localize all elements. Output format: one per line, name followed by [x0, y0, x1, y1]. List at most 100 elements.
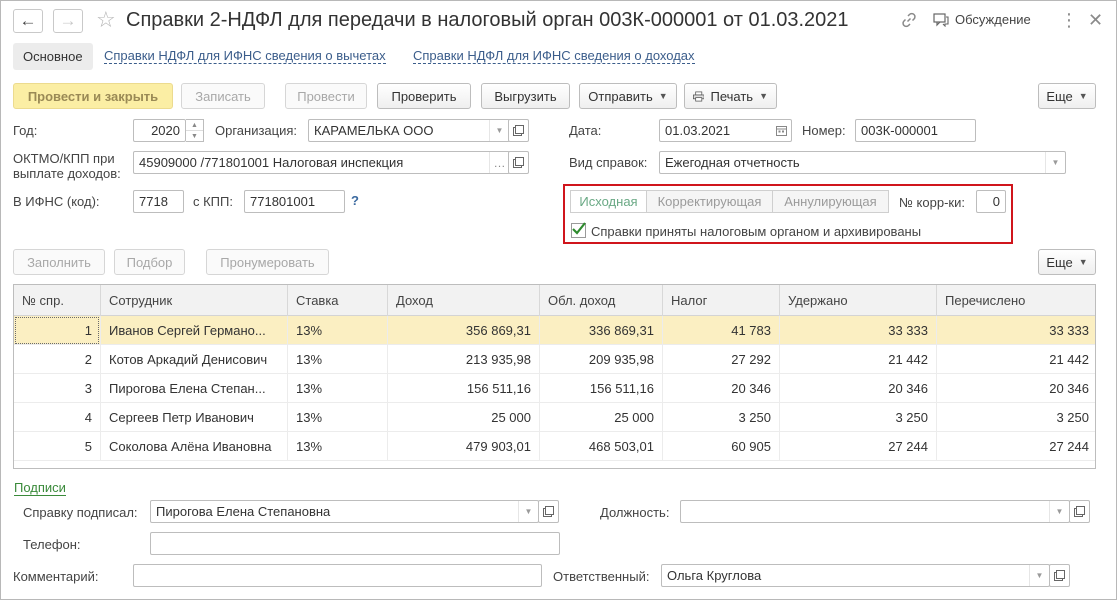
table-row[interactable]: 4 Сергеев Петр Иванович 13% 25 000 25 00… [14, 403, 1095, 432]
open-position-button[interactable] [1069, 500, 1090, 523]
year-stepper[interactable]: ▲ ▼ [186, 119, 204, 142]
column-header[interactable]: Перечислено [937, 285, 1095, 316]
dropdown-arrow-icon[interactable]: ▼ [1049, 501, 1069, 522]
table-row[interactable]: 5 Соколова Алёна Ивановна 13% 479 903,01… [14, 432, 1095, 461]
favorite-star-icon[interactable]: ☆ [96, 7, 116, 33]
select-button[interactable]: Подбор [114, 249, 185, 275]
link-icon[interactable] [900, 11, 918, 29]
open-org-button[interactable] [508, 119, 529, 142]
ifns-label: В ИФНС (код): [13, 194, 100, 209]
ifns-input[interactable]: 7718 [133, 190, 184, 213]
cell-income: 213 935,98 [388, 345, 540, 374]
accepted-checkbox[interactable] [571, 222, 586, 238]
export-button[interactable]: Выгрузить [481, 83, 570, 109]
table-row[interactable]: 2 Котов Аркадий Денисович 13% 213 935,98… [14, 345, 1095, 374]
table-row[interactable]: 3 Пирогова Елена Степан... 13% 156 511,1… [14, 374, 1095, 403]
dropdown-arrow-icon[interactable]: ▼ [1045, 152, 1065, 173]
open-oktmo-button[interactable] [508, 151, 529, 174]
post-button[interactable]: Провести [285, 83, 367, 109]
column-header[interactable]: № спр. [14, 285, 101, 316]
discussion-button[interactable]: Обсуждение [933, 12, 1031, 27]
dropdown-arrow-icon[interactable]: ▼ [489, 120, 509, 141]
caret-down-icon: ▼ [1078, 257, 1088, 267]
ellipsis-icon[interactable]: … [489, 152, 509, 173]
cell-income: 356 869,31 [388, 316, 540, 345]
year-input[interactable]: 2020 [133, 119, 186, 142]
column-header[interactable]: Удержано [780, 285, 937, 316]
table-more-button[interactable]: Еще ▼ [1038, 249, 1096, 275]
dropdown-arrow-icon[interactable]: ▼ [518, 501, 538, 522]
cell-tax: 60 905 [663, 432, 780, 461]
corr-number-label: № корр-ки: [899, 195, 965, 210]
renumber-button[interactable]: Пронумеровать [206, 249, 329, 275]
kind-select[interactable]: Ежегодная отчетность ▼ [659, 151, 1066, 174]
number-input[interactable]: 003К-000001 [855, 119, 976, 142]
accepted-label[interactable]: Справки приняты налоговым органом и архи… [591, 224, 921, 239]
phone-input[interactable] [150, 532, 560, 555]
column-header[interactable]: Доход [388, 285, 540, 316]
dropdown-arrow-icon[interactable]: ▼ [1029, 565, 1049, 586]
cell-transferred: 21 442 [1049, 352, 1089, 367]
position-input[interactable]: ▼ [680, 500, 1070, 523]
table-row[interactable]: 1 Иванов Сергей Германо... 13% 356 869,3… [14, 316, 1095, 345]
segment-cancelling[interactable]: Аннулирующая [772, 190, 889, 213]
open-form-icon [543, 506, 554, 517]
oktmo-input[interactable]: 45909000 /771801001 Налоговая инспекция … [133, 151, 510, 174]
column-header[interactable]: Сотрудник [101, 285, 288, 316]
print-label: Печать [710, 88, 754, 104]
send-label: Отправить [588, 88, 653, 104]
cell-rate: 13% [288, 403, 388, 432]
print-button[interactable]: Печать ▼ [684, 83, 777, 109]
signed-by-input[interactable]: Пирогова Елена Степановна ▼ [150, 500, 539, 523]
column-header[interactable]: Налог [663, 285, 780, 316]
spin-up-icon[interactable]: ▲ [186, 120, 203, 130]
arrow-left-icon: ← [19, 11, 37, 30]
column-header[interactable]: Обл. доход [540, 285, 663, 316]
more-menu-icon[interactable]: ⋮ [1060, 10, 1078, 31]
responsible-input[interactable]: Ольга Круглова ▼ [661, 564, 1050, 587]
post-and-close-button[interactable]: Провести и закрыть [13, 83, 173, 109]
cell-rate: 13% [288, 316, 388, 345]
calendar-icon[interactable] [771, 120, 791, 141]
date-value: 01.03.2021 [665, 123, 731, 138]
corr-number-input[interactable]: 0 [976, 190, 1006, 213]
spin-down-icon[interactable]: ▼ [186, 130, 203, 141]
forward-button[interactable]: → [53, 9, 83, 33]
date-input[interactable]: 01.03.2021 [659, 119, 792, 142]
back-button[interactable]: ← [13, 9, 43, 33]
cell-employee: Соколова Алёна Ивановна [101, 432, 288, 461]
cell-taxable: 468 503,01 [540, 432, 663, 461]
comment-input[interactable] [133, 564, 542, 587]
oktmo-label-line2: выплате доходов: [13, 166, 121, 181]
send-button[interactable]: Отправить ▼ [579, 83, 677, 109]
close-icon[interactable]: ✕ [1088, 10, 1103, 31]
open-responsible-button[interactable] [1049, 564, 1070, 587]
save-button[interactable]: Записать [181, 83, 265, 109]
oktmo-label-line1: ОКТМО/КПП при [13, 151, 115, 166]
cell-withheld: 20 346 [780, 374, 937, 403]
kpp-input[interactable]: 771801001 [244, 190, 345, 213]
year-label: Год: [13, 123, 38, 138]
employees-table[interactable]: № спр. Сотрудник Ставка Доход Обл. доход… [13, 284, 1096, 469]
cell-withheld: 21 442 [780, 345, 937, 374]
cell-taxable: 156 511,16 [540, 374, 663, 403]
tab-incomes[interactable]: Справки НДФЛ для ИФНС сведения о доходах [413, 48, 695, 64]
tab-main[interactable]: Основное [13, 43, 93, 70]
cell-withheld: 33 333 [780, 316, 937, 345]
tab-deductions[interactable]: Справки НДФЛ для ИФНС сведения о вычетах [104, 48, 386, 64]
help-icon[interactable]: ? [351, 193, 359, 208]
check-button[interactable]: Проверить [377, 83, 471, 109]
segment-corrective[interactable]: Корректирующая [646, 190, 773, 213]
cell-income: 156 511,16 [388, 374, 540, 403]
signatures-section-link[interactable]: Подписи [14, 481, 66, 496]
number-label: Номер: [802, 123, 846, 138]
open-signer-button[interactable] [538, 500, 559, 523]
date-label: Дата: [569, 123, 602, 138]
more-button[interactable]: Еще ▼ [1038, 83, 1096, 109]
column-header[interactable]: Ставка [288, 285, 388, 316]
cell-number: 5 [14, 432, 101, 461]
cell-transferred: 33 333 [1049, 323, 1089, 338]
segment-original[interactable]: Исходная [570, 190, 647, 213]
fill-button[interactable]: Заполнить [13, 249, 105, 275]
org-input[interactable]: КАРАМЕЛЬКА ООО ▼ [308, 119, 510, 142]
